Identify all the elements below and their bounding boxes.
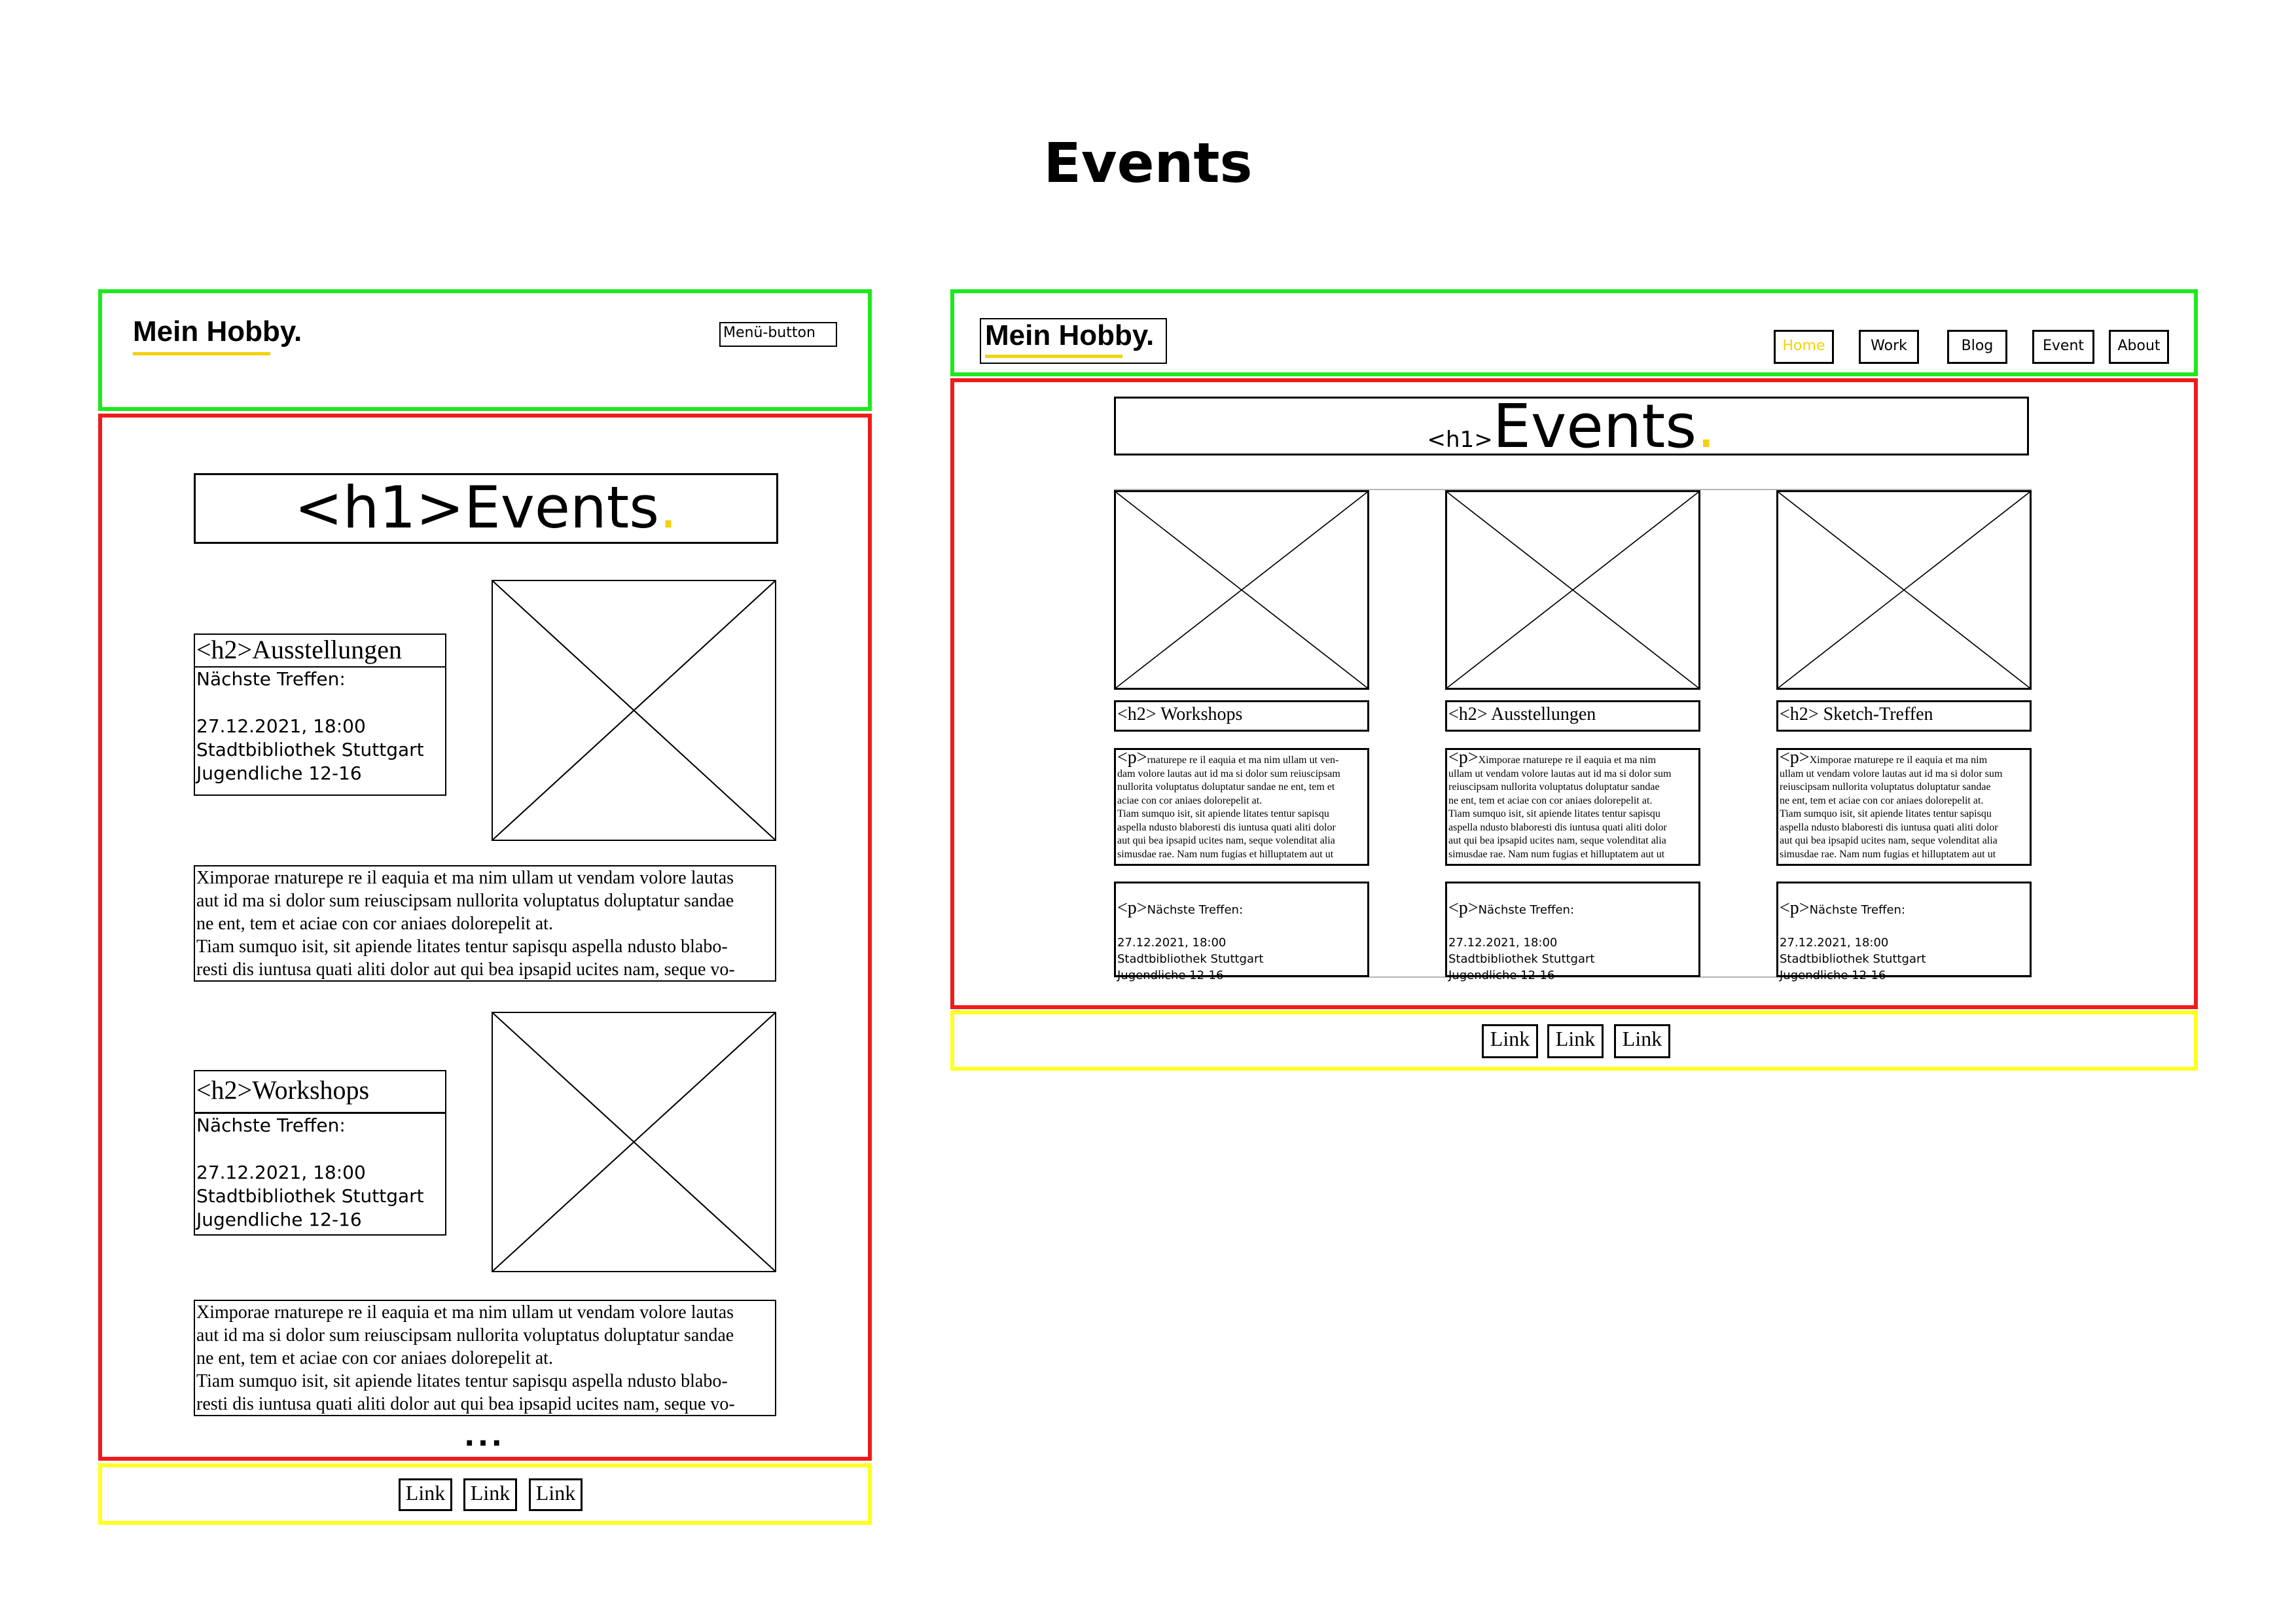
nav-home[interactable]: Home — [1774, 330, 1834, 364]
mobile-h1-text: Events — [464, 474, 660, 541]
nav-blog[interactable]: Blog — [1947, 330, 2007, 364]
card-image-placeholder-1 — [1114, 490, 1369, 690]
card-p-tag-2: <p> — [1448, 750, 1479, 768]
card-meet-label-2: Nächste Treffen: — [1478, 903, 1575, 917]
card-meet-info-3: 27.12.2021, 18:00 Stadtbibliothek Stuttg… — [1780, 936, 1926, 982]
card-text-3: Ximporae rnaturepe re il eaquia et ma ni… — [1780, 755, 2003, 860]
card-paragraph-2: <p>Ximporae rnaturepe re il eaquia et ma… — [1445, 748, 1700, 866]
more-content-ellipsis: ... — [463, 1419, 505, 1453]
mobile-image-placeholder-2 — [492, 1012, 776, 1272]
card-text-2: Ximporae rnaturepe re il eaquia et ma ni… — [1448, 755, 1672, 860]
card-p-tag-1: <p> — [1117, 750, 1147, 768]
card-p-tag-3: <p> — [1780, 750, 1810, 768]
mobile-footer-link-1[interactable]: Link — [399, 1478, 452, 1511]
card-meet-info-1: 27.12.2021, 18:00 Stadtbibliothek Stuttg… — [1117, 936, 1264, 982]
desktop-h1-text: Events — [1492, 391, 1697, 461]
nav-work[interactable]: Work — [1859, 330, 1919, 364]
desktop-logo-underline — [985, 355, 1122, 358]
mobile-logo-underline — [133, 352, 270, 355]
card-meet-tag-3: <p> — [1780, 898, 1810, 918]
card-h2-workshops: <h2> Workshops — [1114, 700, 1369, 732]
card-paragraph-3: <p>Ximporae rnaturepe re il eaquia et ma… — [1776, 748, 2032, 866]
nav-event[interactable]: Event — [2032, 330, 2094, 364]
mobile-meeting-workshops: Nächste Treffen: 27.12.2021, 18:00 Stadt… — [194, 1113, 446, 1236]
card-image-placeholder-3 — [1776, 490, 2032, 690]
page-title: Events — [1043, 131, 1253, 195]
desktop-logo[interactable]: Mein Hobby. — [985, 319, 1154, 352]
card-h2-sketch-treffen: <h2> Sketch-Treffen — [1776, 700, 2032, 732]
mobile-paragraph-ausstellungen: Ximporae rnaturepe re il eaquia et ma ni… — [194, 865, 776, 982]
mobile-logo[interactable]: Mein Hobby. — [133, 315, 302, 348]
card-meeting-2: <p>Nächste Treffen: 27.12.2021, 18:00 Sta… — [1445, 882, 1700, 982]
mobile-meeting-ausstellungen: Nächste Treffen: 27.12.2021, 18:00 Stadt… — [194, 666, 446, 796]
mobile-h1-tag: <h1> — [294, 474, 465, 541]
card-text-1: rnaturepe re il eaquia et ma nim ullam u… — [1117, 755, 1340, 860]
desktop-footer-link-3[interactable]: Link — [1614, 1024, 1670, 1058]
card-image-placeholder-2 — [1445, 490, 1700, 690]
mobile-h2-ausstellungen: <h2>Ausstellungen — [194, 633, 446, 668]
mobile-header-frame — [98, 289, 872, 411]
card-paragraph-1: <p>rnaturepe re il eaquia et ma nim ulla… — [1114, 748, 1369, 866]
mobile-footer-link-2[interactable]: Link — [463, 1478, 517, 1511]
desktop-footer-link-1[interactable]: Link — [1482, 1024, 1538, 1058]
menu-button[interactable]: Menü-button — [719, 322, 837, 347]
nav-about[interactable]: About — [2109, 330, 2169, 364]
desktop-h1-tag: <h1> — [1427, 427, 1493, 453]
card-meet-tag-2: <p> — [1448, 898, 1479, 918]
card-h2-ausstellungen: <h2> Ausstellungen — [1445, 700, 1700, 732]
card-meet-label-1: Nächste Treffen: — [1147, 903, 1244, 917]
card-meeting-3: <p>Nächste Treffen: 27.12.2021, 18:00 Sta… — [1776, 882, 2032, 982]
mobile-h1-dot: . — [659, 474, 678, 541]
mobile-h2-workshops: <h2>Workshops — [194, 1070, 446, 1113]
card-meet-tag-1: <p> — [1117, 898, 1147, 918]
mobile-image-placeholder-1 — [492, 580, 776, 841]
desktop-h1-box: <h1>Events. — [1114, 397, 2029, 457]
mobile-h1-box: <h1>Events. — [194, 473, 778, 544]
mobile-footer-link-3[interactable]: Link — [529, 1478, 583, 1511]
desktop-h1-dot: . — [1696, 391, 1716, 461]
desktop-footer-link-2[interactable]: Link — [1547, 1024, 1604, 1058]
card-meet-info-2: 27.12.2021, 18:00 Stadtbibliothek Stuttg… — [1448, 936, 1595, 982]
card-meeting-1: <p>Nächste Treffen: 27.12.2021, 18:00 Sta… — [1114, 882, 1369, 982]
mobile-paragraph-workshops: Ximporae rnaturepe re il eaquia et ma ni… — [194, 1300, 776, 1416]
card-meet-label-3: Nächste Treffen: — [1809, 903, 1906, 917]
